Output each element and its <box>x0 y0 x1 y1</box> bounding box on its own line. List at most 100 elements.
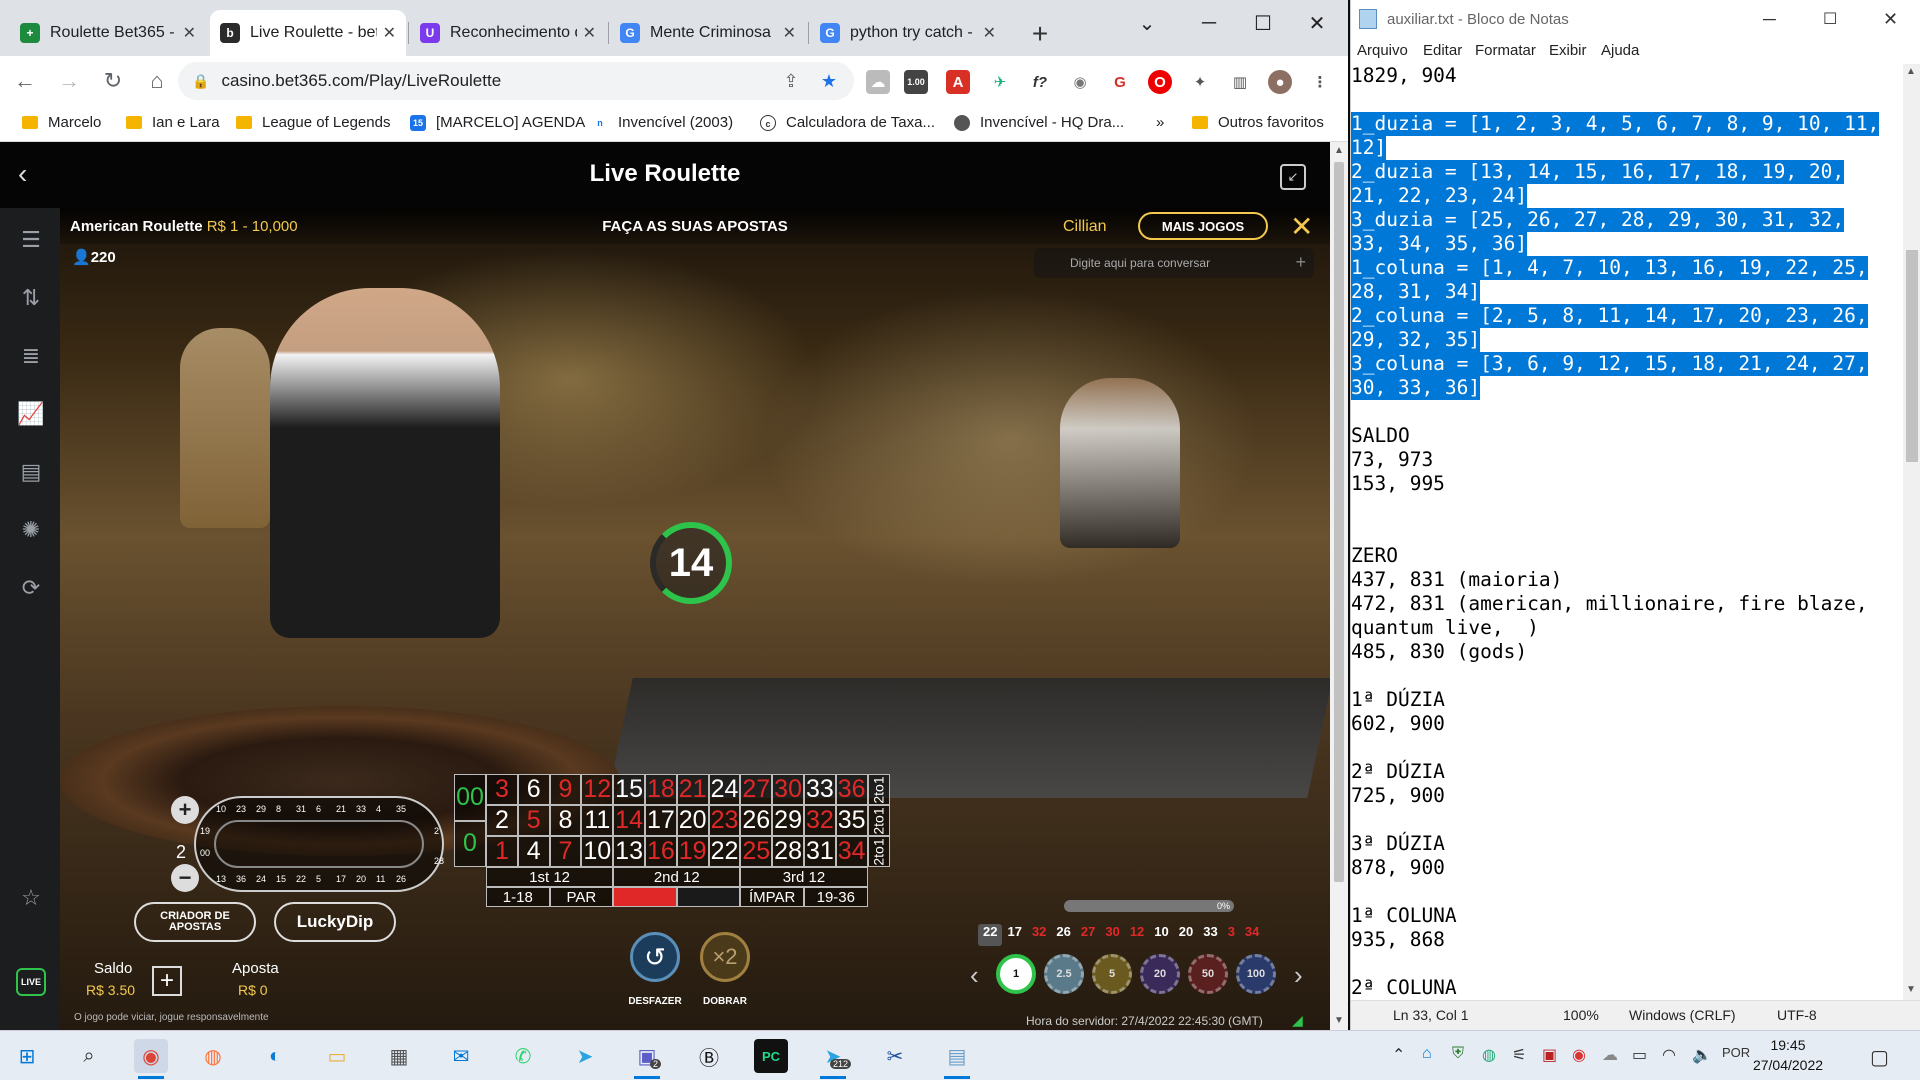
chat-plus-icon[interactable]: + <box>1295 252 1306 273</box>
bet-cell-number[interactable]: 25 <box>740 836 773 867</box>
bet-cell-number[interactable]: 19 <box>676 836 709 867</box>
notepad-menu-arquivo[interactable]: Arquivo <box>1357 42 1408 59</box>
bet-cell-number[interactable]: 6 <box>517 774 550 805</box>
deposit-plus-button[interactable]: + <box>152 966 182 996</box>
bet-cell-number[interactable]: 1 <box>486 836 518 867</box>
racetrack-number[interactable]: 6 <box>316 804 321 814</box>
tab-close-icon[interactable]: ✕ <box>783 23 796 43</box>
tab-4[interactable]: G Mente Criminosa ✕ <box>610 10 806 56</box>
bet-cell-number[interactable]: 23 <box>708 805 741 836</box>
bet-cell-number[interactable]: 28 <box>772 836 804 867</box>
racetrack-minus-button[interactable]: − <box>171 864 199 892</box>
firefox-taskbar-icon[interactable]: ◍ <box>196 1039 230 1073</box>
bookmark-item[interactable]: Marcelo <box>22 114 101 131</box>
bet-cell-number[interactable]: 36 <box>835 774 868 805</box>
racetrack-number[interactable]: 29 <box>256 804 266 814</box>
racetrack-number[interactable]: 35 <box>396 804 406 814</box>
bet-outside[interactable]: 1-18 <box>486 887 550 907</box>
tray-wifi-icon[interactable]: ◠ <box>1662 1045 1676 1065</box>
racetrack-number[interactable]: 26 <box>396 874 406 884</box>
bet-cell-number[interactable]: 13 <box>613 836 645 867</box>
racetrack-number[interactable]: 22 <box>296 874 306 884</box>
extension-counter-icon[interactable]: 1.00 <box>904 70 928 94</box>
bet-cell-number[interactable]: 14 <box>613 805 645 836</box>
notepad-text-area[interactable]: 1829, 904 1_duzia = [1, 2, 3, 4, 5, 6, 7,… <box>1351 64 1903 1000</box>
tab-1[interactable]: + Roulette Bet365 - ✕ <box>10 10 206 56</box>
chip-50[interactable]: 50 <box>1188 954 1228 994</box>
bet-cell-number[interactable]: 24 <box>708 774 741 805</box>
racetrack-number[interactable]: 13 <box>216 874 226 884</box>
racetrack-number[interactable]: 21 <box>336 804 346 814</box>
bookmarks-overflow-button[interactable]: » <box>1156 114 1164 131</box>
tray-wifi-off-icon[interactable]: ⚟ <box>1512 1045 1526 1065</box>
edge-taskbar-icon[interactable]: ◐ <box>258 1039 292 1073</box>
racetrack-number[interactable]: 24 <box>256 874 266 884</box>
racetrack-number[interactable]: 28 <box>434 856 444 866</box>
racetrack-number[interactable]: 10 <box>216 804 226 814</box>
bet-cell-number[interactable]: 33 <box>804 774 836 805</box>
home-button[interactable]: ⌂ <box>138 62 176 100</box>
maximize-button[interactable]: ☐ <box>1236 6 1290 40</box>
bet-outside[interactable]: PAR <box>549 887 614 907</box>
roulette-wheel-icon[interactable]: ✺ <box>17 516 45 544</box>
notepad-maximize-button[interactable]: ☐ <box>1823 9 1837 29</box>
bookmark-star-icon[interactable]: ★ <box>814 62 844 100</box>
scroll-down-arrow-icon[interactable]: ▼ <box>1330 1012 1348 1030</box>
bookmark-item[interactable]: League of Legends <box>236 114 390 131</box>
notepad-scrollbar[interactable]: ▲ ▼ <box>1903 64 1920 1000</box>
hamburger-menu-icon[interactable]: ☰ <box>17 226 45 254</box>
opera-extension-icon[interactable]: O <box>1148 70 1172 94</box>
racetrack-number[interactable]: 5 <box>316 874 321 884</box>
bet-cell-number[interactable]: 22 <box>708 836 741 867</box>
tab-close-icon[interactable]: ✕ <box>183 23 196 43</box>
notepad-menu-exibir[interactable]: Exibir <box>1549 42 1587 59</box>
more-games-button[interactable]: MAIS JOGOS <box>1138 212 1268 240</box>
tab-close-icon[interactable]: ✕ <box>583 23 596 43</box>
double-button[interactable]: ×2 <box>700 932 750 982</box>
bet-creator-button[interactable]: CRIADOR DE APOSTAS <box>134 902 256 942</box>
bet-outside[interactable]: ÍMPAR <box>740 887 804 907</box>
bet-cell-number[interactable]: 15 <box>613 774 645 805</box>
chip-1[interactable]: 1 <box>996 954 1036 994</box>
racetrack-number[interactable]: 19 <box>200 826 210 836</box>
bet-cell-number[interactable]: 26 <box>740 805 773 836</box>
calculator-icon[interactable]: ▦ <box>382 1039 416 1073</box>
racetrack-number[interactable]: 4 <box>376 804 381 814</box>
bet-cell-number[interactable]: 7 <box>549 836 582 867</box>
tab-3[interactable]: U Reconhecimento d ✕ <box>410 10 606 56</box>
statistics-chart-icon[interactable]: 📈 <box>17 400 45 428</box>
bookmark-item[interactable]: 15 [MARCELO] AGENDA <box>410 114 585 131</box>
notepad-close-button[interactable]: ✕ <box>1883 9 1898 30</box>
bet-cell-number[interactable]: 35 <box>835 805 868 836</box>
tab-search-icon[interactable]: ⌄ <box>1120 6 1174 40</box>
bet-cell-number[interactable]: 27 <box>740 774 773 805</box>
chips-left-arrow-icon[interactable]: ‹ <box>970 960 979 991</box>
bet-outside[interactable] <box>613 887 677 907</box>
np-scroll-up-icon[interactable]: ▲ <box>1906 66 1916 77</box>
notepad-minimize-button[interactable]: ─ <box>1763 9 1776 30</box>
racetrack-number[interactable]: 17 <box>336 874 346 884</box>
bet-cell-number[interactable]: 20 <box>676 805 709 836</box>
new-tab-button[interactable]: + <box>1024 18 1056 50</box>
notepad-taskbar-icon[interactable]: ▤ <box>940 1039 974 1079</box>
system-clock[interactable]: 19:45 27/04/2022 <box>1738 1035 1838 1075</box>
undo-button[interactable]: ↺ <box>630 932 680 982</box>
pdf-extension-icon[interactable]: A <box>946 70 970 94</box>
extensions-puzzle-icon[interactable]: ✦ <box>1188 70 1212 94</box>
scroll-up-arrow-icon[interactable]: ▲ <box>1330 142 1348 160</box>
bitcoin-app-icon[interactable]: Ⓑ <box>692 1039 726 1073</box>
racetrack-number[interactable]: 00 <box>200 848 210 858</box>
bet-cell-number[interactable]: 9 <box>549 774 582 805</box>
racetrack-number[interactable]: 2 <box>434 826 439 836</box>
snipping-tool-icon[interactable]: ✂ <box>878 1039 912 1073</box>
bookmark-item[interactable]: Ian e Lara <box>126 114 220 131</box>
notepad-menu-ajuda[interactable]: Ajuda <box>1601 42 1639 59</box>
camera-extension-icon[interactable]: ◉ <box>1068 70 1092 94</box>
bet-cell-number[interactable]: 2 <box>486 805 518 836</box>
racetrack-number[interactable]: 31 <box>296 804 306 814</box>
profile-avatar[interactable]: ● <box>1268 70 1292 94</box>
tray-network-app-icon[interactable]: ⌂ <box>1422 1045 1432 1063</box>
bet-dozen[interactable]: 3rd 12 <box>740 867 868 887</box>
bet-cell-number[interactable]: 32 <box>804 805 836 836</box>
bet-outside[interactable]: 19-36 <box>804 887 868 907</box>
